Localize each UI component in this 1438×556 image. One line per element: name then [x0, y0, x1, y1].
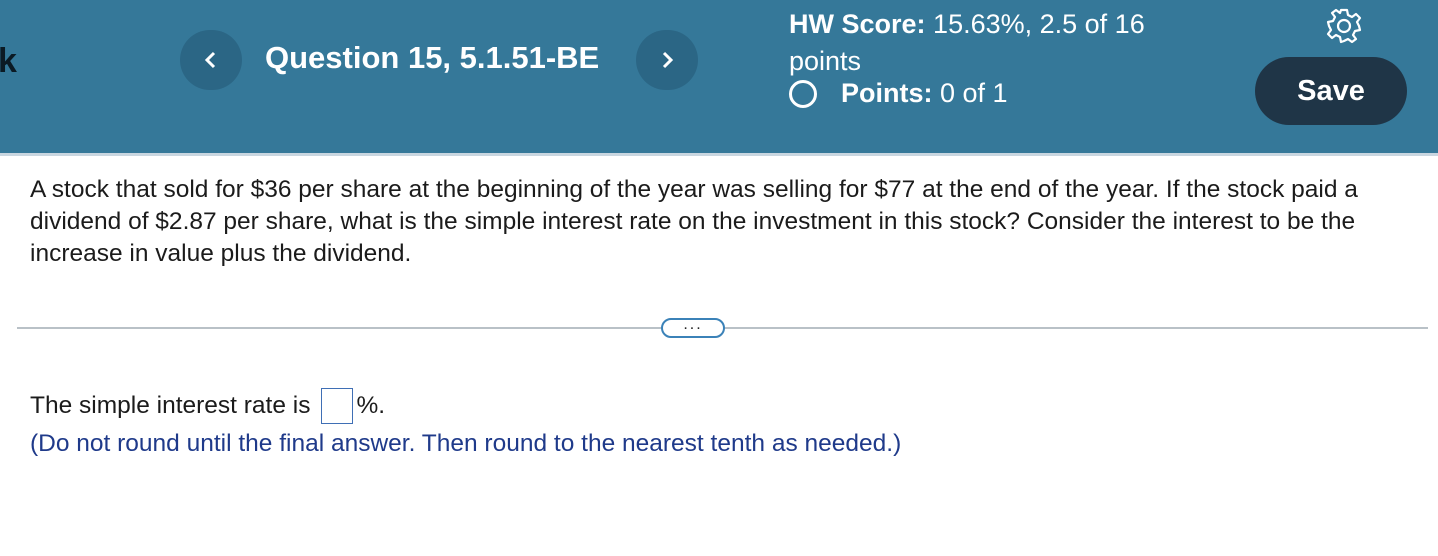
more-options-label: ...	[683, 316, 703, 333]
question-header: k Question 15, 5.1.51-BE HW Score: 15.63…	[0, 0, 1438, 156]
chevron-left-icon	[204, 51, 216, 69]
points-status: Points: 0 of 1	[789, 78, 1008, 109]
back-link[interactable]: k	[0, 44, 17, 78]
next-question-button[interactable]	[636, 30, 698, 90]
answer-input[interactable]	[320, 388, 353, 424]
chevron-right-icon	[662, 51, 674, 69]
previous-question-button[interactable]	[180, 30, 242, 90]
answer-suffix: %.	[356, 392, 386, 419]
question-text: A stock that sold for $36 per share at t…	[30, 176, 1358, 267]
hw-score-label: HW Score:	[789, 9, 926, 39]
points-label: Points:	[841, 78, 933, 108]
hw-score-value: 15.63%, 2.5 of 16	[933, 9, 1145, 39]
hw-score: HW Score: 15.63%, 2.5 of 16 points	[789, 6, 1145, 80]
empty-circle-icon	[789, 79, 817, 108]
save-button[interactable]: Save	[1255, 57, 1407, 125]
answer-line: The simple interest rate is %.	[30, 388, 385, 424]
hw-score-suffix: points	[789, 46, 862, 76]
question-title: Question 15, 5.1.51-BE	[265, 40, 600, 75]
gear-icon[interactable]	[1326, 8, 1362, 44]
points-value: 0 of 1	[940, 78, 1008, 108]
rounding-instruction: (Do not round until the final answer. Th…	[30, 430, 902, 457]
answer-prefix: The simple interest rate is	[30, 392, 311, 419]
more-options-button[interactable]: ...	[661, 316, 725, 338]
